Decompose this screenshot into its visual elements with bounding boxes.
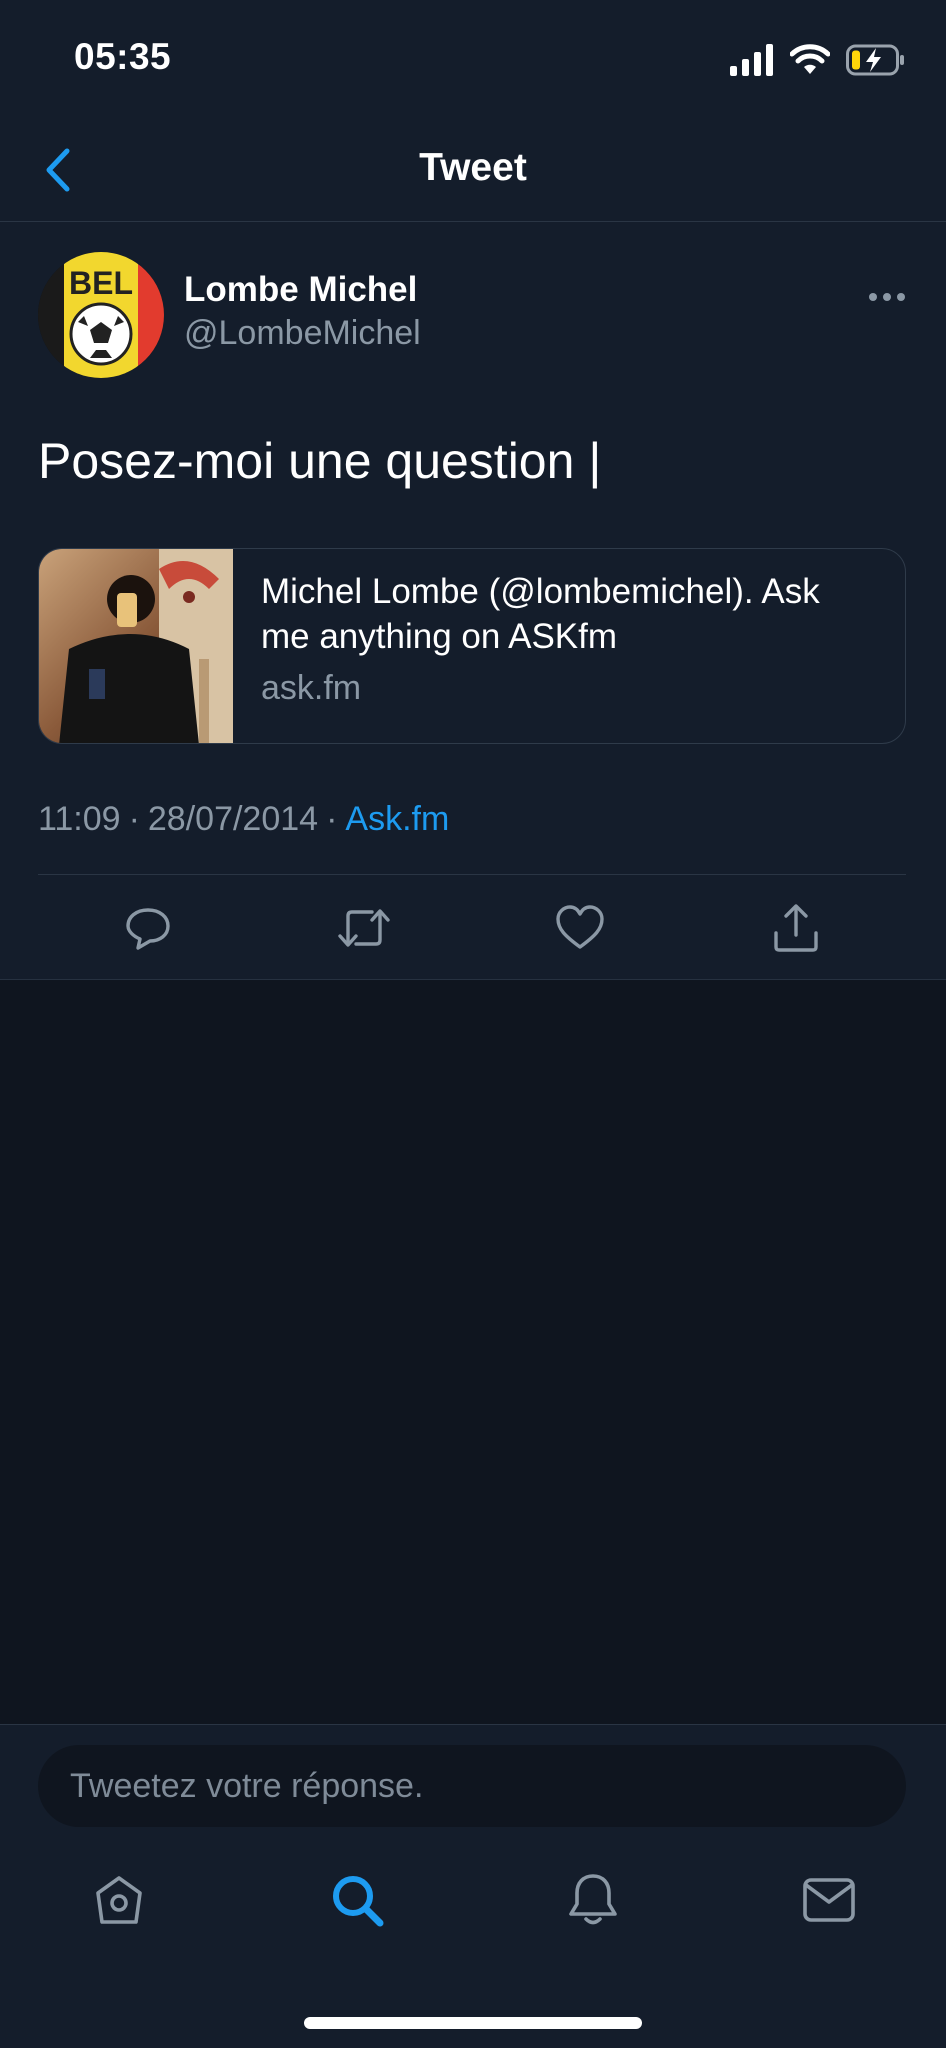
retweet-button[interactable]	[334, 898, 394, 958]
tab-messages[interactable]	[794, 1865, 864, 1935]
tab-home[interactable]	[84, 1865, 154, 1935]
tweet-actions	[0, 898, 946, 958]
navigation-header: Tweet	[0, 120, 946, 222]
tweet-date: 28/07/2014	[147, 800, 319, 838]
bottom-bar: Tweetez votre réponse.	[0, 1724, 946, 2048]
tweet-metadata: 11:09 · 28/07/2014 · Ask.fm	[38, 800, 449, 839]
reply-input[interactable]: Tweetez votre réponse.	[38, 1745, 906, 1827]
home-icon	[96, 1876, 142, 1924]
wifi-icon	[790, 44, 830, 74]
link-card-title: Michel Lombe (@lombemichel). Ask me anyt…	[261, 572, 820, 656]
more-dot	[883, 293, 891, 301]
tweet-source-link[interactable]: Ask.fm	[345, 800, 449, 839]
heart-icon	[556, 905, 604, 949]
link-card-domain: ask.fm	[261, 669, 362, 707]
author-name[interactable]: Lombe Michel	[184, 270, 417, 310]
search-icon	[333, 1876, 384, 1927]
more-dot	[897, 293, 905, 301]
tweet-text: Posez-moi une question |	[38, 433, 602, 489]
home-indicator[interactable]	[304, 2017, 642, 2029]
meta-separator: ·	[326, 800, 338, 838]
author-avatar[interactable]: BEL	[38, 252, 164, 378]
more-dot	[869, 293, 877, 301]
retweet-icon	[338, 909, 390, 947]
tab-notifications[interactable]	[558, 1865, 628, 1935]
share-button[interactable]	[766, 898, 826, 958]
reply-placeholder: Tweetez votre réponse.	[70, 1767, 424, 1805]
share-icon	[774, 904, 818, 952]
tweet: BEL Lombe Michel @LombeMichel Posez-moi …	[0, 222, 946, 980]
tweet-detail-screen: 05:35 Tweet BEL Lombe Michel @LombeMiche…	[0, 0, 946, 2048]
link-card-body: Michel Lombe (@lombemichel). Ask me anyt…	[233, 549, 905, 743]
svg-text:BEL: BEL	[69, 265, 133, 301]
status-icons	[730, 40, 906, 80]
tab-bar	[0, 1855, 946, 1945]
tweet-time: 11:09	[38, 800, 121, 838]
tab-search[interactable]	[322, 1865, 392, 1935]
link-card-thumbnail	[39, 549, 233, 743]
status-bar: 05:35	[0, 0, 946, 120]
status-time: 05:35	[74, 36, 172, 77]
more-options-button[interactable]	[862, 282, 912, 312]
signal-icon	[730, 44, 773, 76]
reply-icon	[126, 908, 170, 950]
mail-icon	[803, 1878, 855, 1922]
bell-icon	[569, 1874, 617, 1925]
author-handle[interactable]: @LombeMichel	[184, 314, 421, 353]
meta-separator: ·	[128, 800, 140, 838]
belgium-football-logo: BEL	[38, 252, 164, 378]
battery-charging-icon	[846, 44, 904, 76]
page-title: Tweet	[419, 146, 527, 189]
like-button[interactable]	[550, 898, 610, 958]
link-card[interactable]: Michel Lombe (@lombemichel). Ask me anyt…	[38, 548, 906, 744]
replies-area	[0, 980, 946, 1724]
divider	[38, 874, 906, 875]
reply-button[interactable]	[118, 898, 178, 958]
